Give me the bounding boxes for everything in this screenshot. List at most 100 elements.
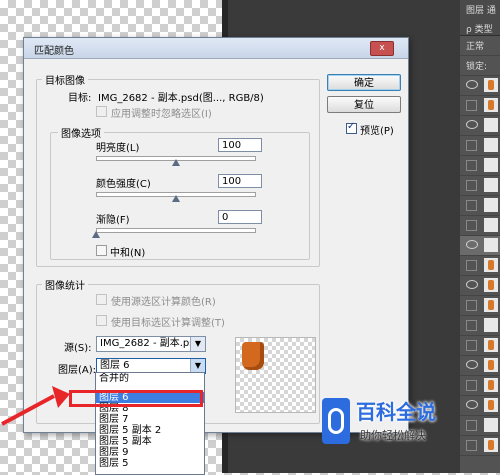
layer-thumbnail (484, 238, 498, 252)
fade-slider[interactable] (96, 228, 256, 233)
reset-button[interactable]: 复位 (327, 96, 401, 113)
visibility-eye-icon[interactable] (466, 360, 478, 369)
layer-row[interactable] (460, 356, 500, 376)
layer-row[interactable] (460, 296, 500, 316)
visibility-eye-icon[interactable] (466, 80, 478, 89)
layer-row[interactable] (460, 276, 500, 296)
layer-row[interactable] (460, 76, 500, 96)
fade-slider-thumb[interactable] (92, 231, 100, 238)
visibility-box-icon[interactable] (466, 140, 477, 151)
layer-row[interactable] (460, 396, 500, 416)
dropdown-option[interactable]: 合并的 (96, 373, 204, 384)
watermark-subtitle: 助你轻松解决 (360, 429, 426, 442)
target-image-title: 目标图像 (42, 72, 88, 87)
visibility-box-icon[interactable] (466, 340, 477, 351)
layer-thumbnail (484, 258, 498, 272)
dropdown-option[interactable]: 图层 5 副本 (96, 436, 204, 447)
chevron-down-icon[interactable]: ▼ (190, 359, 205, 373)
layer-row[interactable] (460, 216, 500, 236)
lock-label: 锁定: (466, 62, 488, 72)
layer-row[interactable] (460, 316, 500, 336)
layer-row[interactable] (460, 376, 500, 396)
visibility-box-icon[interactable] (466, 320, 477, 331)
visibility-box-icon[interactable] (466, 180, 477, 191)
layer-row[interactable] (460, 116, 500, 136)
layer-thumbnail (484, 158, 498, 172)
dialog-titlebar[interactable]: 匹配颜色 x (24, 38, 408, 59)
source-select[interactable]: IMG_2682 - 副本.psd ▼ (96, 336, 206, 352)
fade-input[interactable]: 0 (218, 210, 262, 224)
layer-search[interactable]: ρ 类型 (466, 22, 500, 35)
tab-layers[interactable]: 图层 (466, 6, 484, 16)
luminance-slider-thumb[interactable] (172, 159, 180, 166)
visibility-box-icon[interactable] (466, 200, 477, 211)
match-color-dialog: 匹配颜色 x 目标图像 目标: IMG_2682 - 副本.psd(图..., … (23, 37, 409, 433)
tab-channels[interactable]: 通 (487, 6, 496, 16)
visibility-box-icon[interactable] (466, 100, 477, 111)
target-label: 目标: (68, 93, 92, 104)
layer-thumbnail (484, 198, 498, 212)
use-target-selection-checkbox[interactable] (96, 315, 107, 326)
layer-row[interactable] (460, 256, 500, 276)
visibility-eye-icon[interactable] (466, 240, 478, 249)
chevron-down-icon[interactable]: ▼ (190, 337, 205, 351)
layer-thumbnail (484, 278, 498, 292)
close-icon[interactable]: x (370, 41, 394, 56)
ok-button[interactable]: 确定 (327, 74, 401, 91)
color-intensity-input[interactable]: 100 (218, 174, 262, 188)
visibility-eye-icon[interactable] (466, 280, 478, 289)
luminance-input[interactable]: 100 (218, 138, 262, 152)
layer-thumbnail (484, 98, 498, 112)
visibility-box-icon[interactable] (466, 300, 477, 311)
layer-thumbnail (484, 418, 498, 432)
layer-thumbnail (484, 298, 498, 312)
layer-row[interactable] (460, 96, 500, 116)
layer-label: 图层(A): (58, 365, 97, 376)
visibility-box-icon[interactable] (466, 220, 477, 231)
layer-row[interactable] (460, 436, 500, 456)
layer-row[interactable] (460, 156, 500, 176)
color-intensity-label: 颜色强度(C) (96, 179, 151, 190)
preview-checkbox[interactable] (346, 121, 357, 134)
layer-row[interactable] (460, 336, 500, 356)
watermark-logo: 百科全说 助你轻松解决 (322, 394, 462, 450)
visibility-box-icon[interactable] (466, 420, 477, 431)
layer-thumbnail (484, 218, 498, 232)
layer-row[interactable] (460, 416, 500, 436)
layers-panel-header: 图层 通 ρ 类型 (460, 0, 500, 36)
visibility-box-icon[interactable] (466, 260, 477, 271)
dropdown-option[interactable]: 图层 7 (96, 414, 204, 425)
layer-row[interactable] (460, 136, 500, 156)
layer-thumbnail (484, 138, 498, 152)
dropdown-option[interactable]: 图层 5 (96, 458, 204, 469)
brand-logo-icon (322, 398, 350, 444)
blend-mode-row[interactable]: 正常 (460, 36, 500, 56)
image-options-title: 图像选项 (58, 125, 104, 140)
layer-thumbnail (484, 438, 498, 452)
target-value: IMG_2682 - 副本.psd(图..., RGB/8) (98, 93, 264, 104)
preview-label: 预览(P) (360, 126, 394, 137)
dropdown-option[interactable]: 图层 9 (96, 447, 204, 458)
visibility-box-icon[interactable] (466, 160, 477, 171)
use-source-selection-checkbox[interactable] (96, 294, 107, 305)
layer-thumbnail (484, 318, 498, 332)
neutralize-checkbox[interactable] (96, 245, 107, 256)
visibility-eye-icon[interactable] (466, 120, 478, 129)
color-intensity-slider-thumb[interactable] (172, 195, 180, 202)
dropdown-option[interactable]: 图层 5 副本 2 (96, 425, 204, 436)
layer-thumbnail (484, 398, 498, 412)
layer-row-selected[interactable] (460, 236, 500, 256)
visibility-eye-icon[interactable] (466, 400, 478, 409)
layer-row[interactable] (460, 176, 500, 196)
ignore-selection-checkbox[interactable] (96, 106, 107, 117)
layer-row[interactable] (460, 196, 500, 216)
fade-label: 渐隐(F) (96, 215, 130, 226)
layer-thumbnail (484, 78, 498, 92)
layer-dropdown-list[interactable]: 合并的 图层 6 图层 8 图层 7 图层 5 副本 2 图层 5 副本 图层 … (95, 372, 205, 475)
image-stats-title: 图像统计 (42, 277, 88, 292)
visibility-box-icon[interactable] (466, 440, 477, 451)
blend-mode-select[interactable]: 正常 (466, 39, 484, 52)
layer-thumbnail (484, 178, 498, 192)
visibility-box-icon[interactable] (466, 380, 477, 391)
layer-thumbnail (484, 358, 498, 372)
